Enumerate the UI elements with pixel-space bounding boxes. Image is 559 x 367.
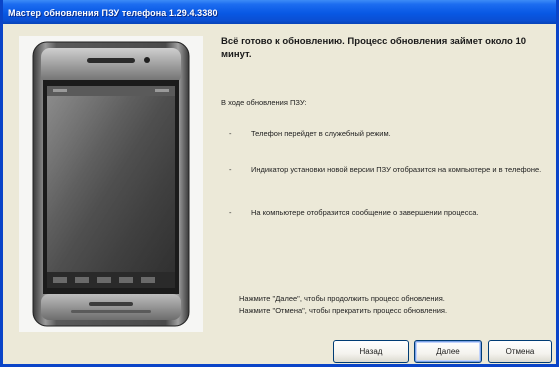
- main-heading: Всё готово к обновлению. Процесс обновле…: [221, 36, 527, 60]
- bullet-dash: -: [229, 129, 232, 138]
- footer-next-hint: Нажмите "Далее", чтобы продолжить процес…: [239, 294, 445, 303]
- bullet-text: Индикатор установки новой версии ПЗУ ото…: [251, 165, 542, 174]
- title-bar[interactable]: Мастер обновления ПЗУ телефона 1.29.4.33…: [3, 0, 556, 24]
- footer-cancel-hint: Нажмите "Отмена", чтобы прекратить проце…: [239, 306, 448, 315]
- bullet-text: На компьютере отобразится сообщение о за…: [251, 208, 479, 217]
- bullet-text: Телефон перейдет в служебный режим.: [251, 129, 391, 138]
- window-title: Мастер обновления ПЗУ телефона 1.29.4.33…: [8, 8, 218, 18]
- intro-text: В ходе обновления ПЗУ:: [221, 98, 307, 107]
- cancel-button[interactable]: Отмена: [488, 340, 552, 363]
- speaker-grille: [87, 58, 135, 63]
- wizard-content: Всё готово к обновлению. Процесс обновле…: [3, 24, 556, 364]
- wizard-window: Мастер обновления ПЗУ телефона 1.29.4.33…: [0, 0, 559, 367]
- phone-image: [19, 36, 203, 332]
- next-button[interactable]: Далее: [414, 340, 482, 363]
- bullet-dash: -: [229, 165, 232, 174]
- back-button[interactable]: Назад: [333, 340, 409, 363]
- phone-bottom-slot: [89, 302, 133, 306]
- bullet-dash: -: [229, 208, 232, 217]
